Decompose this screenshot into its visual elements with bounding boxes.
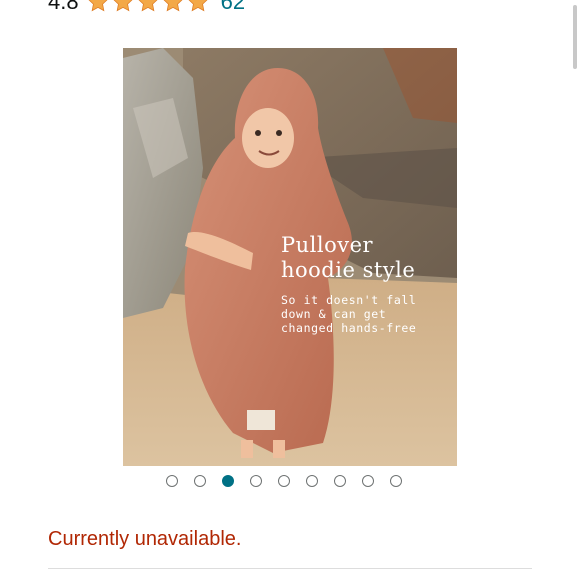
overlay-title-line2: hoodie style	[281, 258, 416, 282]
star-rating[interactable]	[87, 0, 209, 13]
star-icon	[188, 0, 208, 12]
carousel-dots-container	[166, 475, 402, 487]
star-icon	[138, 0, 158, 12]
product-page: 4.8 62 Pullover hoodie style So it doesn…	[0, 0, 580, 580]
rating-row[interactable]: 4.8 62	[48, 0, 245, 15]
review-count-link[interactable]: 62	[221, 0, 245, 15]
overlay-title-line1: Pullover	[281, 233, 374, 257]
divider	[48, 568, 532, 569]
overlay-sub-line2: down & can get	[281, 307, 387, 321]
carousel-dot-5[interactable]	[278, 475, 290, 487]
rating-value: 4.8	[48, 0, 79, 14]
availability-status: Currently unavailable.	[48, 528, 242, 550]
star-icon	[163, 0, 183, 12]
carousel-dot-7[interactable]	[334, 475, 346, 487]
overlay-sub-line1: So it doesn't fall	[281, 293, 417, 307]
star-icon	[113, 0, 133, 12]
scrollbar[interactable]	[573, 5, 577, 69]
overlay-title: Pullover hoodie style	[281, 233, 457, 283]
overlay-sub-line3: changed hands-free	[281, 321, 417, 335]
carousel-dot-3[interactable]	[222, 475, 234, 487]
carousel-dot-6[interactable]	[306, 475, 318, 487]
carousel-dot-2[interactable]	[194, 475, 206, 487]
product-image[interactable]: Pullover hoodie style So it doesn't fall…	[123, 48, 457, 466]
overlay-subtitle: So it doesn't fall down & can get change…	[281, 293, 457, 335]
carousel-dot-1[interactable]	[166, 475, 178, 487]
image-overlay-text: Pullover hoodie style So it doesn't fall…	[281, 233, 457, 335]
carousel-dot-8[interactable]	[362, 475, 374, 487]
carousel-dot-9[interactable]	[390, 475, 402, 487]
carousel-dot-4[interactable]	[250, 475, 262, 487]
star-icon	[88, 0, 108, 12]
